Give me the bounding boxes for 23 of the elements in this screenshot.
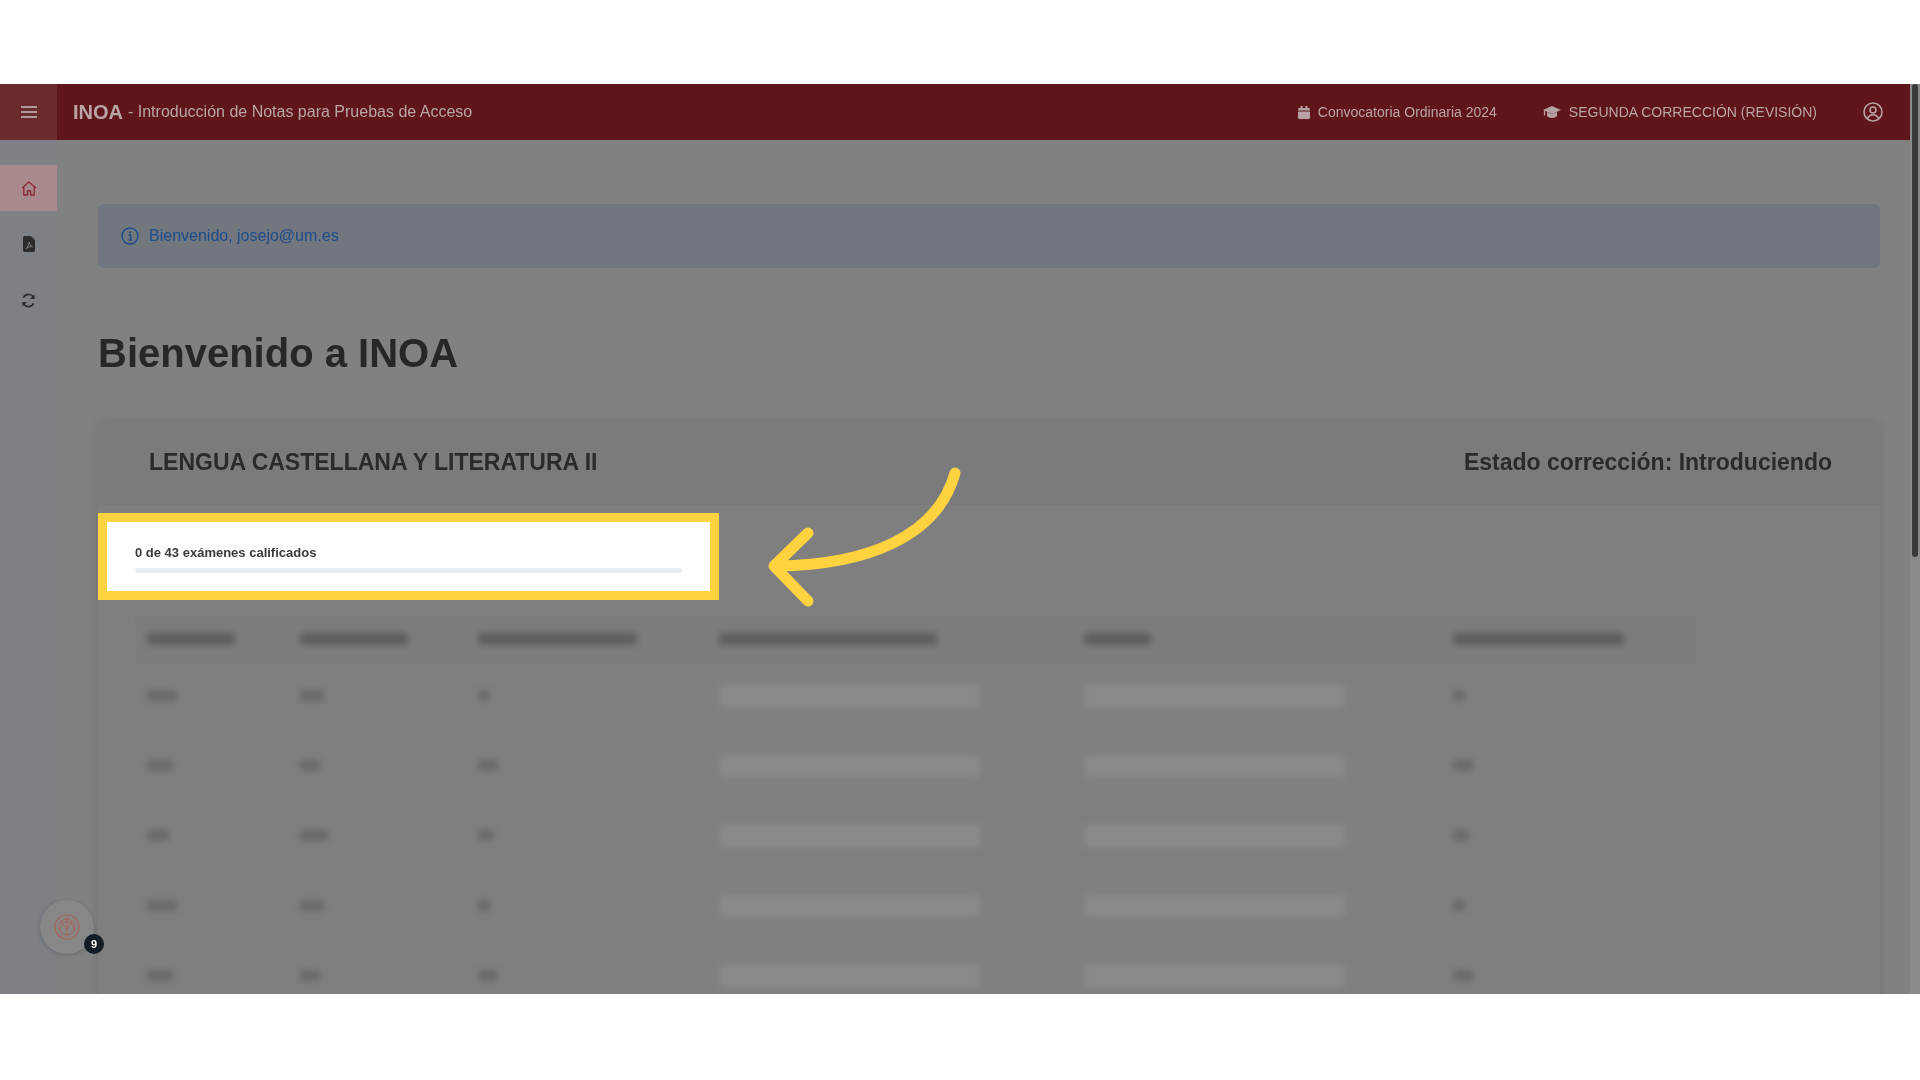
- header-info-text: Convocatoria Ordinaria 2024: [1317, 104, 1497, 120]
- progress-label: 0 de 43 exámenes calificados: [135, 544, 318, 562]
- subject-title: LENGUA CASTELLANA Y LITERATURA II: [149, 449, 598, 476]
- home-icon: [20, 180, 37, 196]
- user-menu-button[interactable]: [1863, 102, 1883, 122]
- alert-text: Bienvenido, josejo@um.es: [149, 227, 339, 245]
- header-info-text: SEGUNDA CORRECCIÓN (REVISIÓN): [1568, 104, 1817, 120]
- scrollbar-thumb[interactable]: [1912, 84, 1918, 557]
- page-heading: Bienvenido a INOA: [98, 330, 460, 377]
- scrollbar[interactable]: [1910, 84, 1920, 994]
- correction-status: Estado corrección: Introduciendo: [1463, 449, 1832, 476]
- refresh-icon: [21, 292, 36, 308]
- info-icon: [121, 227, 139, 245]
- pdf-file-icon: [22, 236, 35, 252]
- user-icon: [1863, 102, 1883, 122]
- menu-icon: [20, 106, 37, 118]
- emblem-icon: [54, 914, 80, 940]
- menu-button[interactable]: [0, 84, 57, 140]
- calendar-icon: [1297, 105, 1310, 119]
- sidebar-item[interactable]: [0, 165, 57, 211]
- app-subtitle: - Introducción de Notas para Pruebas de Acceso: [128, 103, 473, 121]
- app-title: INOA: [73, 100, 123, 124]
- graduation-cap-icon: [1542, 105, 1561, 119]
